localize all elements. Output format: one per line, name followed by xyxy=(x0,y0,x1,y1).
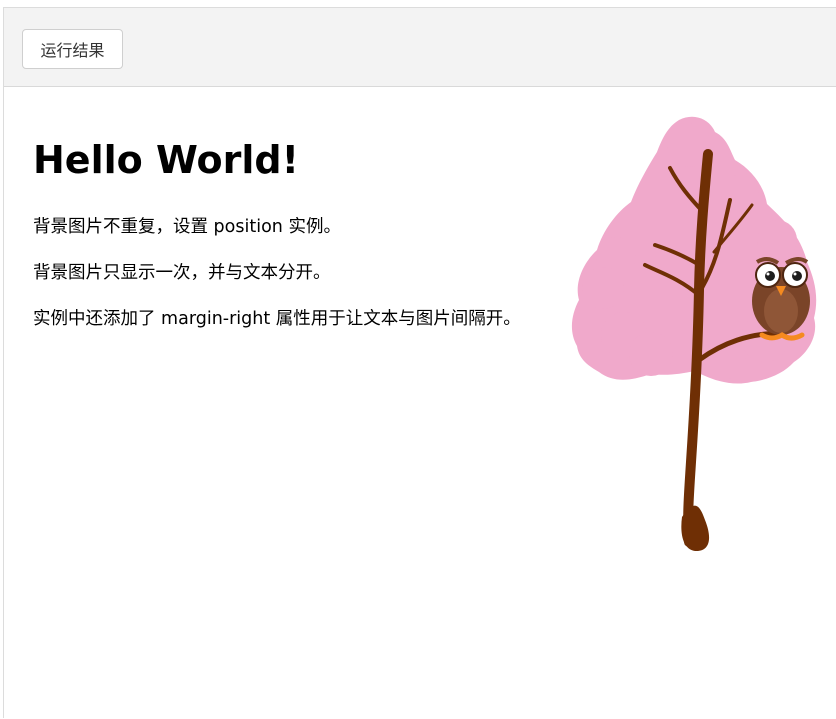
run-result-button[interactable]: 运行结果 xyxy=(22,29,123,69)
paragraph-2: 背景图片只显示一次，并与文本分开。 xyxy=(33,263,331,283)
page-heading: Hello World! xyxy=(33,138,299,182)
result-toolbar: 运行结果 xyxy=(4,8,836,87)
result-content: Hello World! 背景图片不重复，设置 position 实例。 背景图… xyxy=(4,87,836,719)
result-frame: 运行结果 Hello World! 背景图片不重复，设置 position 实例… xyxy=(3,7,836,718)
paragraph-3: 实例中还添加了 margin-right 属性用于让文本与图片间隔开。 xyxy=(33,309,521,329)
trunk-base-icon xyxy=(681,505,710,552)
paragraph-1: 背景图片不重复，设置 position 实例。 xyxy=(33,217,341,237)
tree-owl-background-image xyxy=(571,116,817,552)
